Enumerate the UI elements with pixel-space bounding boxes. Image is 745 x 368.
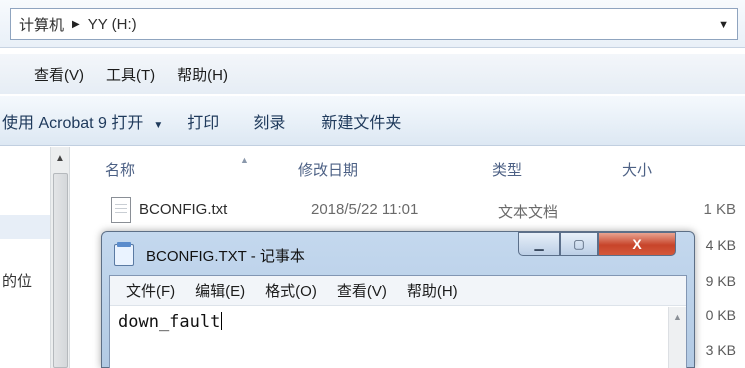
sort-ascending-icon: ▲ — [240, 155, 249, 165]
chevron-down-icon[interactable]: ▼ — [153, 120, 163, 131]
open-with-acrobat-button[interactable]: 使用 Acrobat 9 打开 ▼ — [2, 109, 163, 133]
menu-help[interactable]: 帮助(H) — [177, 64, 228, 85]
column-header-type[interactable]: 类型 — [492, 159, 522, 180]
command-bar: 使用 Acrobat 9 打开 ▼ 打印 刻录 新建文件夹 — [0, 96, 745, 146]
notepad-menu-bar: 文件(F) 编辑(E) 格式(O) 查看(V) 帮助(H) — [110, 276, 686, 306]
notepad-menu-view[interactable]: 查看(V) — [337, 280, 387, 301]
text-caret — [221, 312, 223, 330]
file-size: 1 KB — [703, 201, 736, 218]
scroll-up-icon[interactable]: ▲ — [673, 312, 682, 322]
notepad-menu-help[interactable]: 帮助(H) — [407, 280, 458, 301]
file-type: 文本文档 — [498, 204, 559, 221]
maximize-button[interactable]: ▢ — [560, 232, 598, 256]
scroll-up-icon[interactable]: ▲ — [55, 153, 65, 164]
notepad-title: BCONFIG.TXT - 记事本 — [146, 248, 305, 265]
menu-view[interactable]: 查看(V) — [34, 64, 84, 85]
address-dropdown-icon[interactable]: ▼ — [718, 19, 729, 31]
notepad-window: BCONFIG.TXT - 记事本 ▁ ▢ X 文件(F) 编辑(E) 格式(O… — [101, 231, 695, 368]
nav-item-highlight[interactable] — [0, 215, 50, 239]
breadcrumb-drive[interactable]: YY (H:) — [88, 16, 137, 33]
navigation-pane — [0, 147, 50, 368]
file-modified: 2018/5/22 11:01 — [311, 201, 419, 218]
notepad-titlebar[interactable]: BCONFIG.TXT - 记事本 ▁ ▢ X — [102, 232, 694, 274]
file-size-partial: 0 KB — [705, 307, 736, 323]
notepad-menu-edit[interactable]: 编辑(E) — [195, 280, 245, 301]
close-button[interactable]: X — [598, 232, 676, 256]
notepad-menu-file[interactable]: 文件(F) — [126, 280, 175, 301]
notepad-client: 文件(F) 编辑(E) 格式(O) 查看(V) 帮助(H) down_fault… — [109, 275, 687, 368]
file-size-partial: 4 KB — [705, 237, 736, 253]
maximize-icon: ▢ — [573, 237, 585, 251]
menu-tools[interactable]: 工具(T) — [106, 64, 155, 85]
file-size-partial: 3 KB — [705, 342, 736, 358]
print-button[interactable]: 打印 — [187, 109, 219, 133]
file-row[interactable]: BCONFIG.txt 2018/5/22 11:01 文本文档 1 KB — [71, 195, 745, 225]
menu-bar: 查看(V) 工具(T) 帮助(H) — [0, 54, 745, 94]
address-bar: 计算机 ▶ YY (H:) ▼ — [0, 0, 745, 48]
burn-button[interactable]: 刻录 — [253, 109, 285, 133]
file-size-partial: 9 KB — [705, 273, 736, 289]
notepad-icon — [114, 242, 134, 266]
close-icon: X — [632, 236, 642, 252]
address-field[interactable]: 计算机 ▶ YY (H:) ▼ — [10, 8, 738, 40]
text-file-icon — [111, 197, 131, 223]
breadcrumb-arrow-icon[interactable]: ▶ — [72, 19, 80, 30]
scrollbar-thumb[interactable] — [53, 173, 68, 368]
open-with-acrobat-label: 使用 Acrobat 9 打开 — [2, 114, 144, 132]
notepad-menu-format[interactable]: 格式(O) — [265, 280, 317, 301]
column-name-label: 名称 — [105, 162, 136, 179]
new-folder-button[interactable]: 新建文件夹 — [321, 109, 401, 133]
notepad-content: down_fault — [118, 312, 221, 332]
column-header-size[interactable]: 大小 — [622, 159, 652, 180]
notepad-text-area[interactable]: down_fault — [118, 312, 223, 332]
notepad-scrollbar[interactable]: ▲ — [668, 307, 686, 368]
nav-item-label[interactable]: 的位 — [2, 270, 32, 291]
minimize-button[interactable]: ▁ — [518, 232, 560, 256]
file-name: BCONFIG.txt — [139, 201, 228, 218]
column-header-name[interactable]: 名称 ▲ — [105, 155, 249, 180]
minimize-icon: ▁ — [534, 237, 544, 251]
column-header-modified[interactable]: 修改日期 — [298, 159, 358, 180]
breadcrumb-computer[interactable]: 计算机 — [19, 14, 64, 35]
nav-scrollbar[interactable]: ▲ — [50, 147, 70, 368]
